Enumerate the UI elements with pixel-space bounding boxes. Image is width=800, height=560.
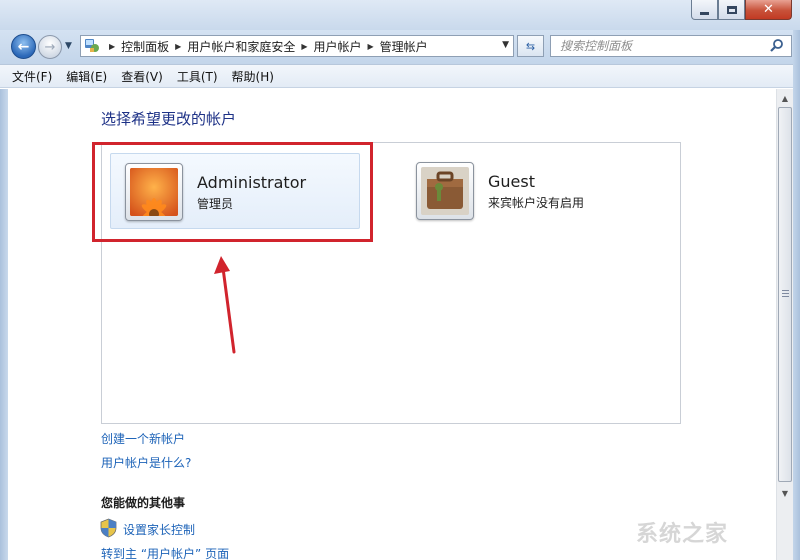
history-dropdown-icon[interactable]: ▼: [65, 41, 72, 51]
address-dropdown-icon[interactable]: ▼: [502, 40, 509, 50]
account-type: 来宾帐户没有启用: [488, 196, 585, 210]
highlight-box: [92, 142, 373, 242]
back-button[interactable]: ←: [11, 34, 36, 59]
scroll-thumb[interactable]: [778, 107, 792, 482]
minimize-icon: [700, 11, 709, 15]
menu-edit[interactable]: 编辑(E): [66, 68, 107, 85]
parental-controls-link[interactable]: 设置家长控制: [123, 521, 195, 538]
address-bar[interactable]: ▶ 控制面板 ▶ 用户帐户和家庭安全 ▶ 用户帐户 ▶ 管理帐户 ▼: [80, 35, 514, 57]
scroll-up-icon[interactable]: ▲: [777, 90, 793, 107]
menu-help[interactable]: 帮助(H): [232, 68, 274, 85]
other-tasks-heading: 您能做的其他事: [101, 496, 186, 510]
menu-tools[interactable]: 工具(T): [177, 68, 218, 85]
refresh-icon: ⇆: [525, 39, 536, 53]
breadcrumb-control-panel[interactable]: 控制面板: [121, 38, 169, 55]
forward-arrow-icon: →: [44, 39, 56, 55]
breadcrumb-separator-icon[interactable]: ▶: [109, 42, 115, 51]
search-icon[interactable]: [769, 38, 785, 54]
breadcrumb-manage-accounts[interactable]: 管理帐户: [380, 38, 428, 55]
what-is-user-account-link[interactable]: 用户帐户是什么?: [101, 454, 191, 471]
window-frame-right: [793, 30, 800, 560]
search-placeholder: 搜索控制面板: [560, 39, 633, 53]
back-arrow-icon: ←: [17, 38, 30, 55]
scroll-down-icon[interactable]: ▼: [777, 485, 793, 502]
breadcrumb-user-accounts[interactable]: 用户帐户: [314, 38, 362, 55]
menu-view[interactable]: 查看(V): [121, 68, 163, 85]
account-name: Guest: [488, 172, 535, 191]
menu-bar: 文件(F) 编辑(E) 查看(V) 工具(T) 帮助(H): [0, 64, 800, 88]
shield-icon: [100, 518, 117, 538]
refresh-button[interactable]: ⇆: [517, 35, 544, 57]
breadcrumb-user-accounts-family[interactable]: 用户帐户和家庭安全: [187, 38, 295, 55]
account-guest[interactable]: Guest 来宾帐户没有启用: [402, 153, 652, 229]
maximize-button[interactable]: [718, 0, 745, 20]
briefcase-avatar-icon: [421, 167, 469, 215]
breadcrumb-separator-icon[interactable]: ▶: [368, 42, 374, 51]
navigation-bar: ← → ▼ ▶ 控制面板 ▶ 用户帐户和家庭安全 ▶ 用户帐户 ▶ 管理帐户 ▼…: [0, 30, 800, 64]
forward-button[interactable]: →: [38, 35, 62, 59]
close-icon: ✕: [763, 2, 774, 17]
avatar: [416, 162, 474, 220]
annotation-arrow-icon: [214, 256, 236, 354]
watermark-logo: 系统之家: [636, 521, 729, 547]
maximize-icon: [726, 5, 737, 14]
menu-file[interactable]: 文件(F): [12, 68, 52, 85]
control-panel-icon: [83, 36, 103, 56]
search-input[interactable]: 搜索控制面板: [550, 35, 792, 57]
title-bar: [0, 0, 800, 30]
minimize-button[interactable]: [691, 0, 718, 20]
breadcrumb-separator-icon[interactable]: ▶: [301, 42, 307, 51]
scroll-grip-icon: [782, 290, 789, 297]
vertical-scrollbar[interactable]: ▲ ▼: [776, 89, 793, 560]
close-button[interactable]: ✕: [745, 0, 792, 20]
create-account-link[interactable]: 创建一个新帐户: [101, 430, 185, 447]
page-title: 选择希望更改的帐户: [101, 110, 237, 128]
breadcrumb-separator-icon[interactable]: ▶: [175, 42, 181, 51]
window-frame-left: [0, 89, 8, 560]
go-to-user-accounts-link[interactable]: 转到主 “用户帐户” 页面: [101, 545, 229, 560]
